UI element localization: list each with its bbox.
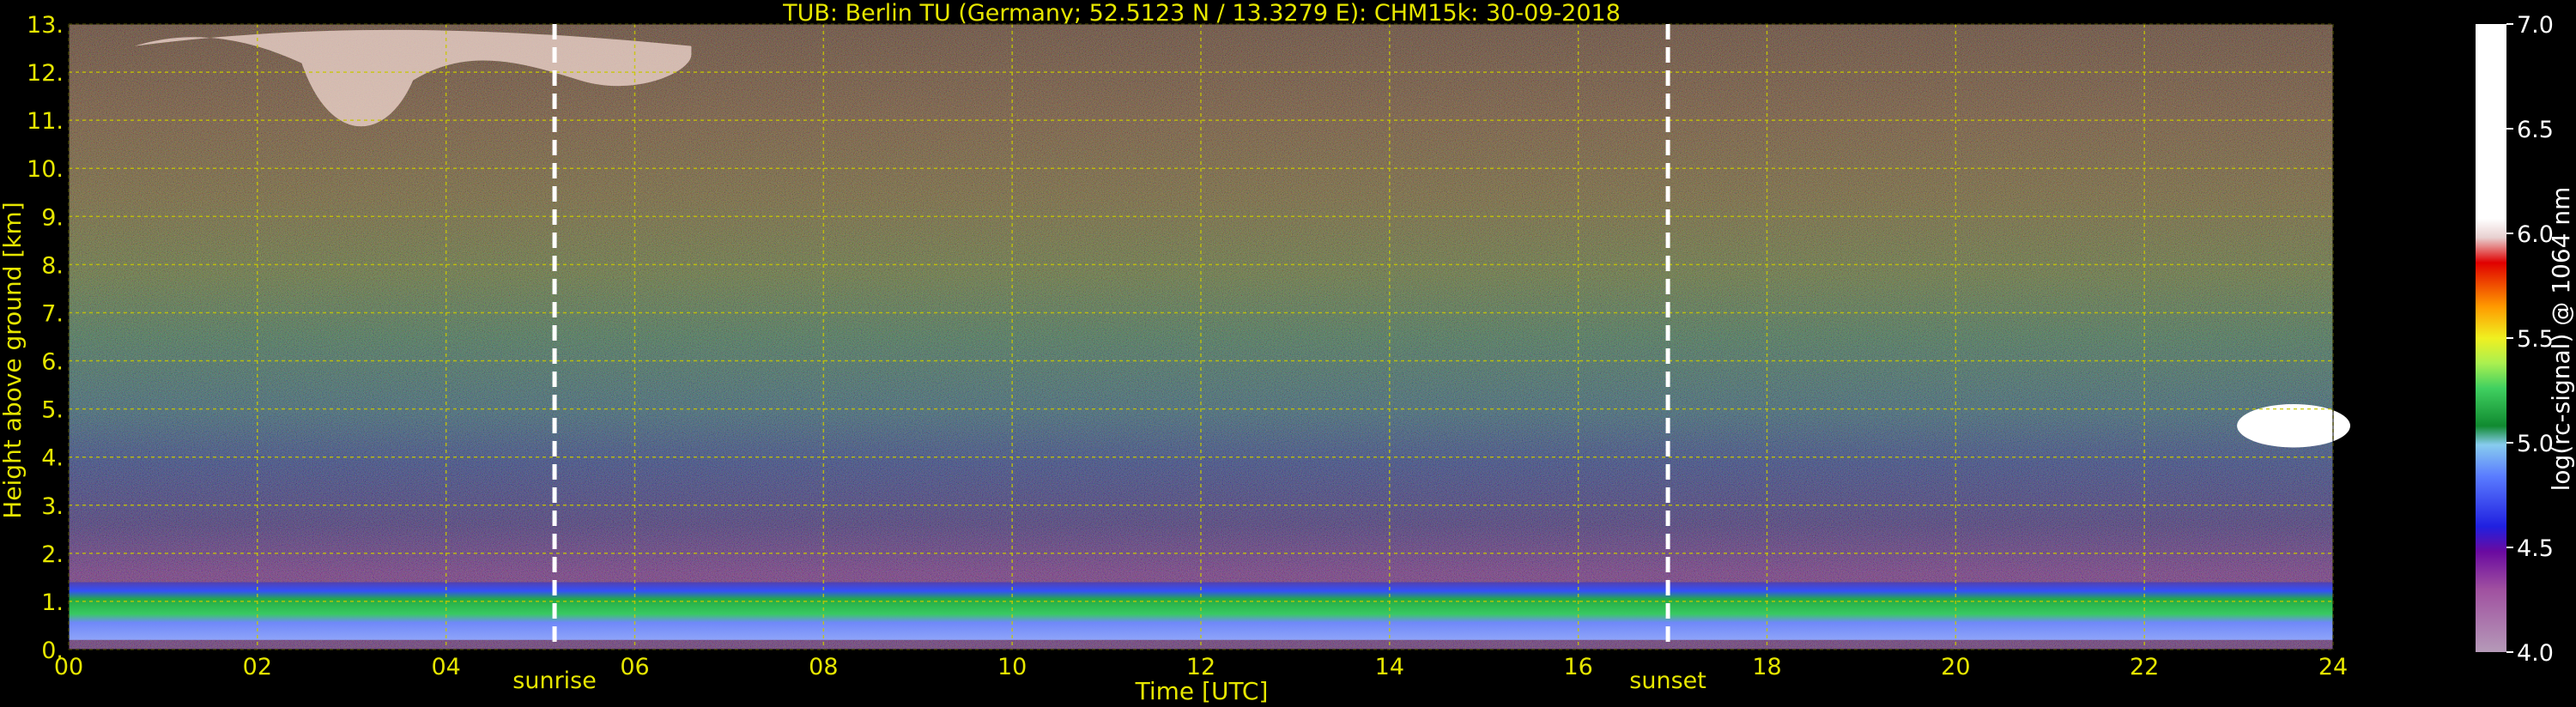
sun-marker-label: sunset <box>1629 668 1706 694</box>
x-tick-label: 00 <box>54 654 83 680</box>
x-tick-label: 06 <box>620 654 649 680</box>
y-tick-label: 10. <box>27 156 64 183</box>
y-tick-label: 13. <box>27 12 64 39</box>
y-tick-label: 2. <box>41 541 64 568</box>
x-tick-label: 20 <box>1941 654 1970 680</box>
x-tick-label: 18 <box>1752 654 1781 680</box>
y-tick-label: 7. <box>41 300 64 327</box>
x-tick-label: 08 <box>809 654 838 680</box>
x-tick-label: 02 <box>243 654 272 680</box>
colorbar-gradient <box>2476 24 2506 652</box>
y-tick-label: 4. <box>41 445 64 472</box>
x-tick-label: 04 <box>431 654 460 680</box>
y-tick-labels: 0.1.2.3.4.5.6.7.8.9.10.11.12.13. <box>27 12 64 664</box>
x-tick-label: 14 <box>1375 654 1404 680</box>
y-tick-label: 3. <box>41 493 64 520</box>
colorbar-tick-label: 4.5 <box>2517 535 2554 562</box>
colorbar-label: log(rc-signal) @ 1064 nm <box>2547 187 2575 492</box>
x-tick-label: 22 <box>2130 654 2159 680</box>
lidar-quicklook-chart: TUB: Berlin TU (Germany; 52.5123 N / 13.… <box>0 0 2575 705</box>
colorbar-tick-label: 7.0 <box>2517 12 2554 39</box>
y-tick-label: 5. <box>41 397 64 424</box>
y-tick-label: 9. <box>41 204 64 231</box>
chart-title: TUB: Berlin TU (Germany; 52.5123 N / 13.… <box>782 0 1621 27</box>
y-tick-label: 12. <box>27 60 64 87</box>
x-tick-label: 10 <box>997 654 1027 680</box>
colorbar-tick-label: 4.0 <box>2517 640 2554 667</box>
x-axis-label: Time [UTC] <box>1135 677 1269 705</box>
x-tick-label: 24 <box>2318 654 2348 680</box>
plot-area <box>69 24 2350 650</box>
y-tick-label: 6. <box>41 349 64 376</box>
x-tick-label: 16 <box>1563 654 1592 680</box>
y-axis-label: Height above ground [km] <box>0 202 27 519</box>
y-tick-label: 1. <box>41 589 64 616</box>
colorbar-tick-label: 6.5 <box>2517 117 2554 143</box>
y-tick-label: 11. <box>27 108 64 135</box>
colorbar: 4.04.55.05.56.06.57.0 <box>2476 12 2554 667</box>
title: TUB: Berlin TU (Germany; 52.5123 N / 13.… <box>782 0 1621 27</box>
y-tick-label: 8. <box>41 252 64 279</box>
sun-marker-label: sunrise <box>512 668 597 694</box>
